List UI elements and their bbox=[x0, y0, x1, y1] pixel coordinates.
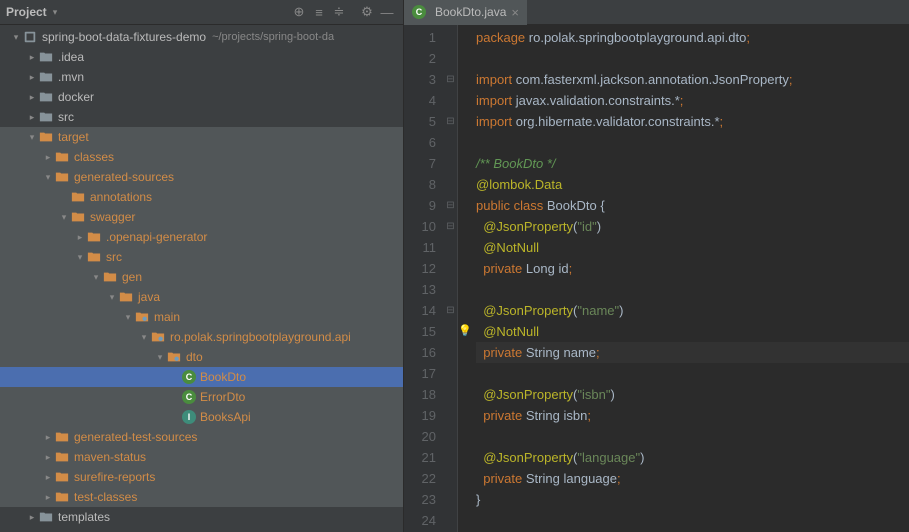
folder-gen[interactable]: ▾ gen bbox=[0, 267, 403, 287]
code-content[interactable]: package ro.polak.springbootplayground.ap… bbox=[472, 25, 909, 532]
sidebar-title[interactable]: Project bbox=[6, 5, 47, 19]
tree-label: BookDto bbox=[200, 370, 246, 384]
tree-label: test-classes bbox=[74, 490, 137, 504]
expand-icon[interactable]: ▸ bbox=[26, 72, 38, 83]
dropdown-icon[interactable]: ▾ bbox=[53, 7, 58, 18]
folder-src[interactable]: ▸ src bbox=[0, 107, 403, 127]
tree-label: dto bbox=[186, 350, 203, 364]
tree-label: classes bbox=[74, 150, 114, 164]
close-tab-icon[interactable]: × bbox=[511, 5, 519, 20]
tree-label: ErrorDto bbox=[200, 390, 245, 404]
editor-tabs: C BookDto.java × bbox=[404, 0, 909, 25]
package-dto[interactable]: ▾ dto bbox=[0, 347, 403, 367]
expand-icon[interactable]: ▾ bbox=[58, 212, 70, 223]
class-icon: C bbox=[412, 5, 426, 19]
tree-label: annotations bbox=[90, 190, 152, 204]
editor-panel: C BookDto.java × 12345678910111213141516… bbox=[404, 0, 909, 532]
tree-label: ro.polak.springbootplayground.api bbox=[170, 330, 351, 344]
folder-mvn[interactable]: ▸ .mvn bbox=[0, 67, 403, 87]
settings-icon[interactable]: ⚙ bbox=[357, 2, 377, 22]
folder-maven-status[interactable]: ▸ maven-status bbox=[0, 447, 403, 467]
expand-icon[interactable]: ▸ bbox=[26, 92, 38, 103]
project-sidebar: Project ▾ ⊕ ≡ ≑ ⚙ — ▾ spring-boot-data-fi… bbox=[0, 0, 404, 532]
folder-openapi-generator[interactable]: ▸ .openapi-generator bbox=[0, 227, 403, 247]
folder-templates[interactable]: ▸ templates bbox=[0, 507, 403, 527]
tree-label: target bbox=[58, 130, 89, 144]
expand-icon[interactable]: ▾ bbox=[42, 172, 54, 183]
expand-icon[interactable]: ▸ bbox=[26, 512, 38, 523]
collapse-all-icon[interactable]: ≑ bbox=[329, 2, 349, 22]
tree-label: maven-status bbox=[74, 450, 146, 464]
tree-label: swagger bbox=[90, 210, 135, 224]
tree-label: java bbox=[138, 290, 160, 304]
folder-generated-sources[interactable]: ▾ generated-sources bbox=[0, 167, 403, 187]
folder-test-classes[interactable]: ▸ test-classes bbox=[0, 487, 403, 507]
expand-all-icon[interactable]: ≡ bbox=[309, 2, 329, 22]
expand-icon[interactable]: ▸ bbox=[42, 152, 54, 163]
folder-surefire-reports[interactable]: ▸ surefire-reports bbox=[0, 467, 403, 487]
folder-classes[interactable]: ▸ classes bbox=[0, 147, 403, 167]
folder-docker[interactable]: ▸ docker bbox=[0, 87, 403, 107]
tree-label: src bbox=[58, 110, 74, 124]
select-opened-file-icon[interactable]: ⊕ bbox=[289, 2, 309, 22]
code-editor[interactable]: 123456789101112131415161718192021222324 … bbox=[404, 25, 909, 532]
tree-label: .openapi-generator bbox=[106, 230, 207, 244]
tree-label: gen bbox=[122, 270, 142, 284]
intention-gutter[interactable]: 💡 bbox=[458, 25, 472, 532]
interface-booksapi[interactable]: IBooksApi bbox=[0, 407, 403, 427]
folder-generated-test-sources[interactable]: ▸ generated-test-sources bbox=[0, 427, 403, 447]
expand-icon[interactable]: ▾ bbox=[122, 312, 134, 323]
sidebar-header: Project ▾ ⊕ ≡ ≑ ⚙ — bbox=[0, 0, 403, 25]
expand-icon[interactable]: ▸ bbox=[74, 232, 86, 243]
expand-icon[interactable]: ▾ bbox=[10, 32, 22, 43]
expand-icon[interactable]: ▸ bbox=[42, 492, 54, 503]
project-root[interactable]: ▾ spring-boot-data-fixtures-demo ~/project… bbox=[0, 27, 403, 47]
hide-icon[interactable]: — bbox=[377, 2, 397, 22]
folder-swagger-src[interactable]: ▾ src bbox=[0, 247, 403, 267]
tree-label: .idea bbox=[58, 50, 84, 64]
line-number-gutter: 123456789101112131415161718192021222324 bbox=[404, 25, 444, 532]
tree-label: .mvn bbox=[58, 70, 84, 84]
tree-label: docker bbox=[58, 90, 94, 104]
class-bookdto[interactable]: CBookDto bbox=[0, 367, 403, 387]
expand-icon[interactable]: ▸ bbox=[42, 472, 54, 483]
project-tree[interactable]: ▾ spring-boot-data-fixtures-demo ~/project… bbox=[0, 25, 403, 532]
expand-icon[interactable]: ▾ bbox=[74, 252, 86, 263]
expand-icon[interactable]: ▸ bbox=[26, 112, 38, 123]
tree-label: generated-test-sources bbox=[74, 430, 197, 444]
expand-icon[interactable]: ▸ bbox=[42, 432, 54, 443]
expand-icon[interactable]: ▾ bbox=[154, 352, 166, 363]
folder-idea[interactable]: ▸ .idea bbox=[0, 47, 403, 67]
package-api[interactable]: ▾ ro.polak.springbootplayground.api bbox=[0, 327, 403, 347]
folder-main[interactable]: ▾ main bbox=[0, 307, 403, 327]
expand-icon[interactable]: ▸ bbox=[26, 52, 38, 63]
class-errordto[interactable]: CErrorDto bbox=[0, 387, 403, 407]
expand-icon[interactable]: ▸ bbox=[42, 452, 54, 463]
expand-icon[interactable]: ▾ bbox=[106, 292, 118, 303]
tree-label: src bbox=[106, 250, 122, 264]
tree-label: surefire-reports bbox=[74, 470, 155, 484]
tree-path: ~/projects/spring-boot-da bbox=[212, 31, 334, 43]
folder-annotations[interactable]: annotations bbox=[0, 187, 403, 207]
tree-label: templates bbox=[58, 510, 110, 524]
folder-target[interactable]: ▾ target bbox=[0, 127, 403, 147]
folder-java[interactable]: ▾ java bbox=[0, 287, 403, 307]
expand-icon[interactable]: ▾ bbox=[138, 332, 150, 343]
tree-label: main bbox=[154, 310, 180, 324]
folder-swagger[interactable]: ▾ swagger bbox=[0, 207, 403, 227]
tab-bookdto[interactable]: C BookDto.java × bbox=[404, 0, 527, 25]
tree-label: BooksApi bbox=[200, 410, 251, 424]
expand-icon[interactable]: ▾ bbox=[26, 132, 38, 143]
tab-label: BookDto.java bbox=[435, 5, 506, 19]
fold-gutter[interactable]: ⊟⊟⊟⊟⊟ bbox=[444, 25, 458, 532]
tree-label: generated-sources bbox=[74, 170, 174, 184]
expand-icon[interactable]: ▾ bbox=[90, 272, 102, 283]
tree-label: spring-boot-data-fixtures-demo bbox=[42, 30, 206, 44]
